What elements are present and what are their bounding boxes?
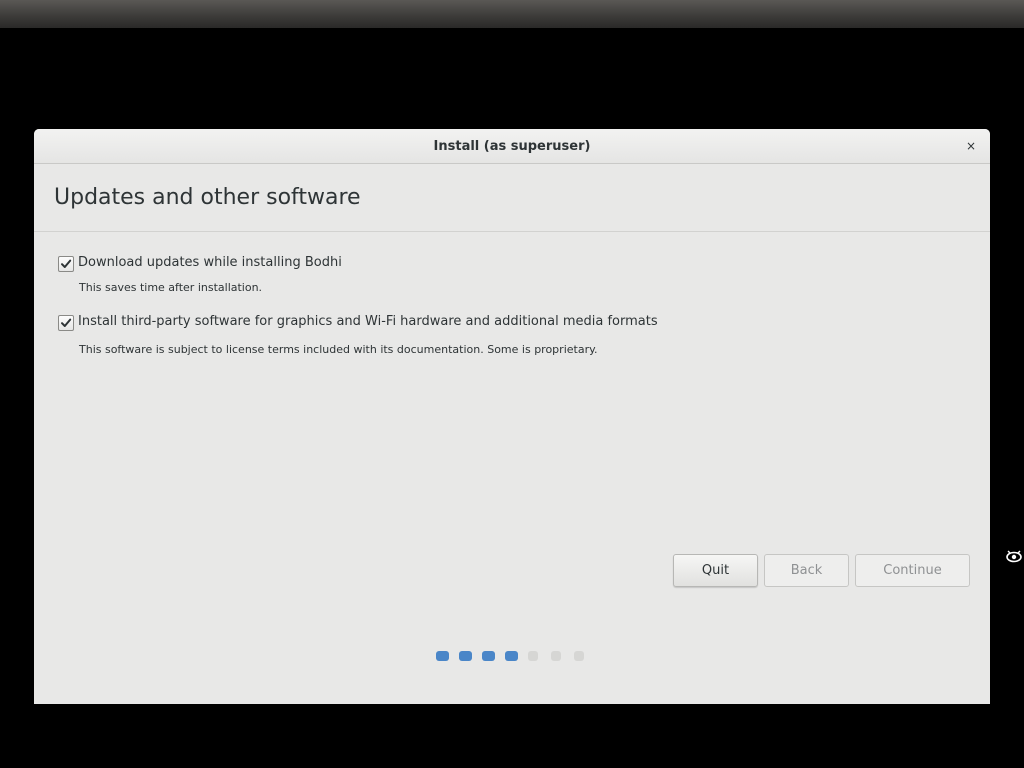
progress-step-dot xyxy=(574,651,584,661)
progress-step-dot xyxy=(551,651,561,661)
progress-step-dot xyxy=(436,651,449,661)
progress-step-dot xyxy=(505,651,518,661)
top-panel xyxy=(0,0,1024,28)
download-updates-label[interactable]: Download updates while installing Bodhi xyxy=(78,255,342,270)
third-party-label[interactable]: Install third-party software for graphic… xyxy=(78,314,658,329)
eye-icon[interactable] xyxy=(1005,548,1023,566)
quit-button[interactable]: Quit xyxy=(673,554,758,587)
download-updates-description: This saves time after installation. xyxy=(79,281,263,294)
download-updates-checkbox[interactable] xyxy=(58,256,74,272)
back-button[interactable]: Back xyxy=(764,554,849,587)
close-icon[interactable]: × xyxy=(962,137,980,155)
progress-step-dot xyxy=(459,651,472,661)
page-header: Updates and other software xyxy=(34,164,990,232)
third-party-checkbox[interactable] xyxy=(58,315,74,331)
progress-step-dot xyxy=(528,651,538,661)
progress-step-dot xyxy=(482,651,495,661)
window-title: Install (as superuser) xyxy=(433,139,591,154)
checkmark-icon xyxy=(61,259,72,268)
third-party-description: This software is subject to license term… xyxy=(79,343,598,356)
installer-dialog: Install (as superuser) × Updates and oth… xyxy=(34,129,990,704)
page-title: Updates and other software xyxy=(54,185,361,210)
continue-button[interactable]: Continue xyxy=(855,554,970,587)
checkmark-icon xyxy=(61,318,72,327)
titlebar: Install (as superuser) × xyxy=(34,129,990,164)
